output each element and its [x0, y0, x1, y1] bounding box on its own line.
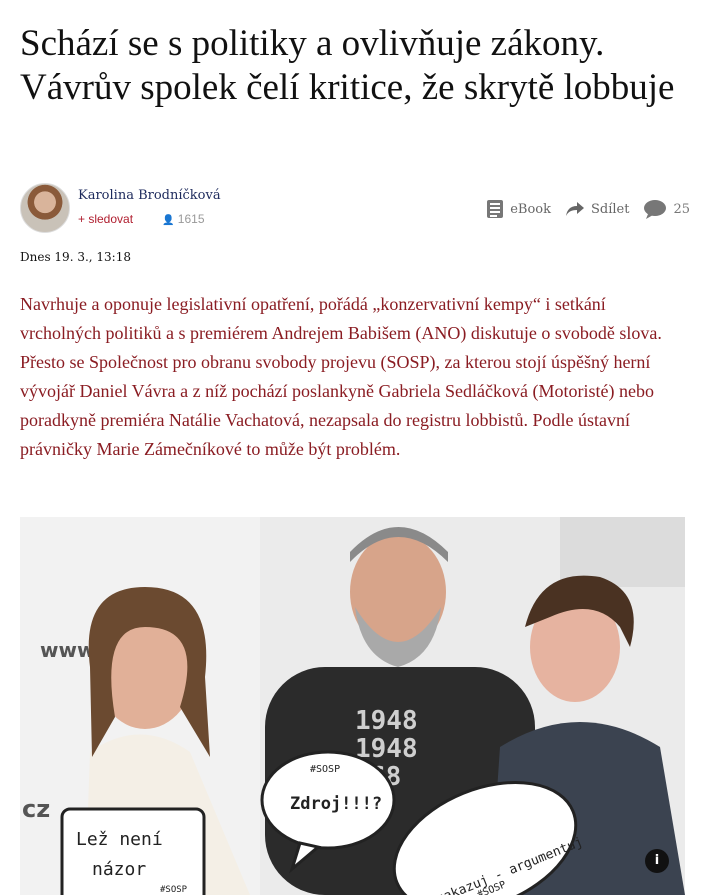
author-row: Karolina Brodníčková + sledovat 👤 1615 e…: [20, 183, 690, 233]
sign-left-line2: názor: [92, 859, 146, 880]
ebook-button[interactable]: eBook: [486, 199, 551, 219]
author-avatar[interactable]: [20, 183, 70, 233]
share-button[interactable]: Sdílet: [565, 201, 629, 217]
share-icon: [565, 202, 584, 216]
publish-date: Dnes 19. 3., 13:18: [20, 250, 131, 264]
sign-left-line1: Lež není: [76, 829, 163, 850]
ebook-label: eBook: [510, 201, 551, 217]
ebook-icon: [487, 200, 504, 218]
comments-button[interactable]: 25: [643, 199, 690, 219]
bubble-tag: #SOSP: [310, 764, 340, 775]
comment-icon: [644, 200, 667, 219]
user-icon: 👤: [162, 215, 175, 226]
article-title: Schází se s politiky a ovlivňuje zákony.…: [20, 23, 675, 108]
photo-illustration: www.s cz 1948 1948 68 Lež není názor #SO…: [20, 517, 685, 895]
share-label: Sdílet: [590, 201, 630, 217]
article-lead: Navrhuje a oponuje legislativní opatření…: [20, 294, 662, 459]
svg-text:1948: 1948: [355, 706, 418, 736]
article-actions: eBook Sdílet 25: [486, 197, 690, 221]
article-photo[interactable]: www.s cz 1948 1948 68 Lež není názor #SO…: [20, 517, 685, 895]
comments-count: 25: [673, 201, 690, 217]
followers-value: 1615: [177, 212, 205, 226]
sign-left-tag: #SOSP: [160, 885, 188, 895]
backdrop-text-cz: cz: [22, 795, 50, 823]
photo-info-button[interactable]: i: [645, 849, 669, 873]
follow-button[interactable]: + sledovat: [78, 212, 133, 226]
bubble-text: Zdroj!!!?: [290, 794, 382, 814]
author-name[interactable]: Karolina Brodníčková: [78, 188, 221, 203]
followers-count: 👤 1615: [162, 212, 205, 226]
